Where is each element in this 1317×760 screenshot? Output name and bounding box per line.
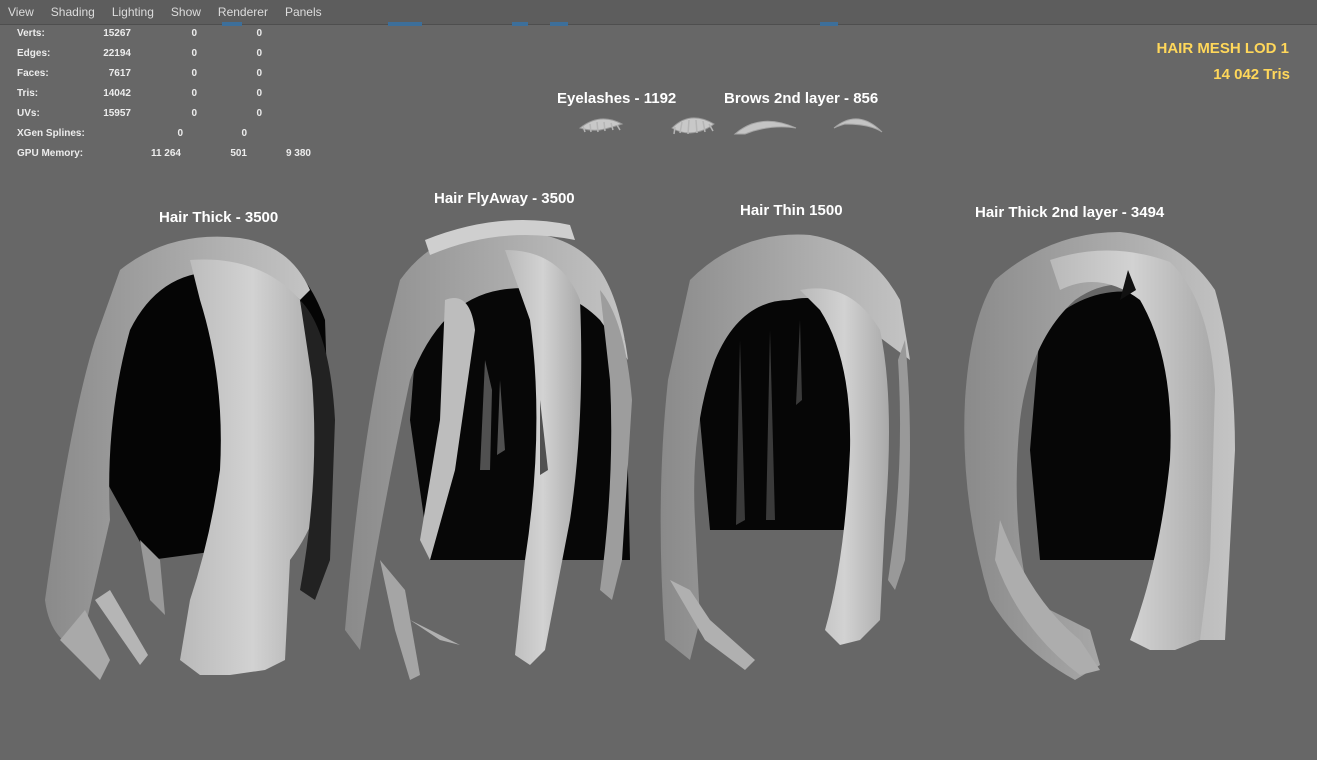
hair-thick-mesh[interactable] (45, 236, 335, 680)
hair-flyaway-mesh[interactable] (345, 220, 632, 680)
eyelashes-mesh[interactable] (578, 117, 715, 135)
maya-viewport[interactable]: View Shading Lighting Show Renderer Pane… (0, 0, 1317, 760)
caption-hair-thick: Hair Thick - 3500 (159, 209, 279, 226)
hair-mesh-scene[interactable] (0, 0, 1317, 760)
caption-hair-thick-2nd-layer: Hair Thick 2nd layer - 3494 (975, 204, 1165, 221)
caption-eyelashes: Eyelashes - 1192 (557, 90, 677, 107)
caption-brows: Brows 2nd layer - 856 (724, 90, 879, 107)
hair-thick-2nd-layer-mesh[interactable] (964, 232, 1235, 680)
brows-mesh[interactable] (733, 118, 883, 135)
hair-thin-mesh[interactable] (660, 234, 910, 670)
caption-hair-flyaway: Hair FlyAway - 3500 (434, 190, 575, 207)
caption-hair-thin: Hair Thin 1500 (740, 202, 843, 219)
